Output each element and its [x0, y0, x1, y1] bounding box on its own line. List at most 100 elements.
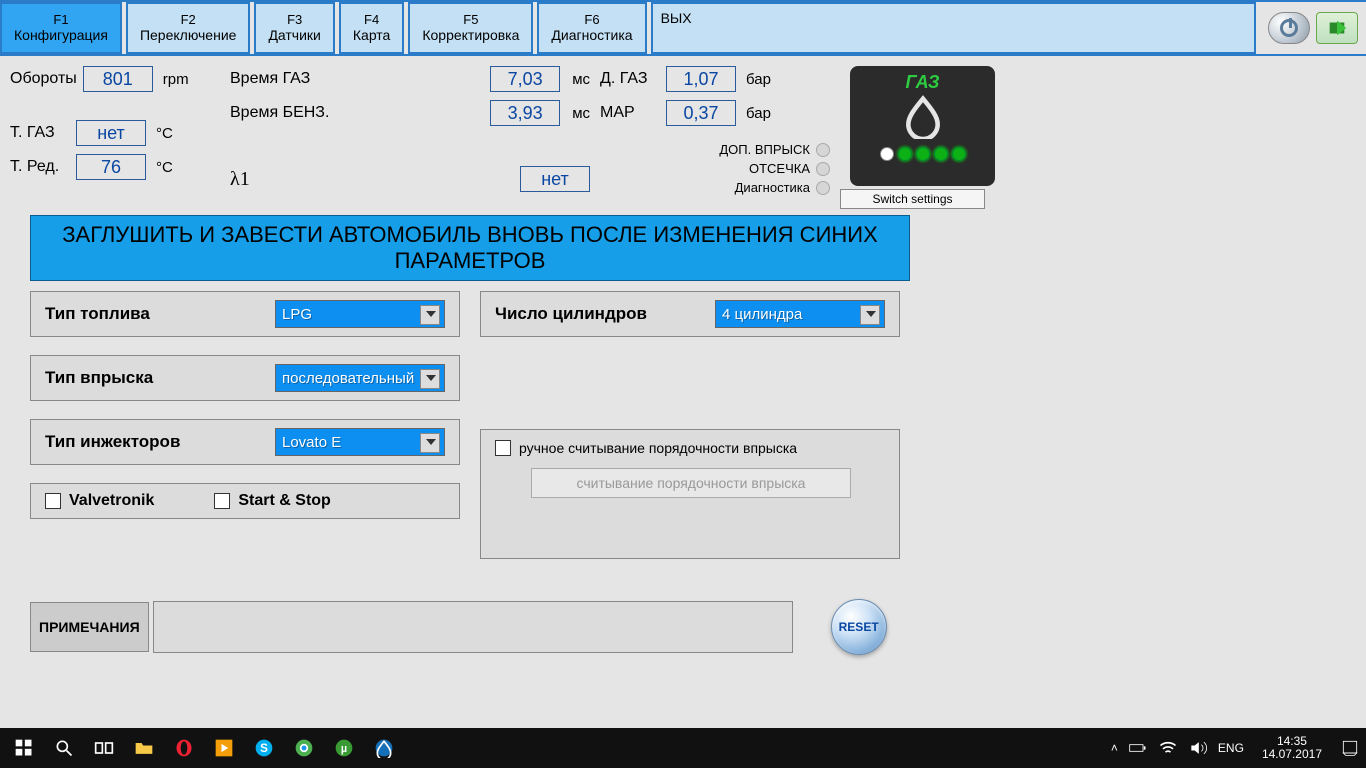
tab-diagnostics[interactable]: F6 Диагностика — [537, 2, 646, 54]
led-3 — [934, 147, 948, 161]
injector-type-label: Тип инжекторов — [45, 432, 265, 452]
status-dop-label: ДОП. ВПРЫСК — [719, 142, 810, 157]
cylinders-select[interactable]: 4 цилиндра — [715, 300, 885, 328]
fuel-type-select[interactable]: LPG — [275, 300, 445, 328]
injection-type-row: Тип впрыска последовательный — [30, 355, 460, 401]
tred-unit: °C — [156, 159, 173, 176]
start-stop-checkbox[interactable]: Start & Stop — [214, 492, 330, 510]
tab-exit[interactable]: ВЫХ — [651, 2, 1256, 54]
gas-panel: ГАЗ — [850, 66, 995, 186]
reset-button[interactable]: RESET — [831, 599, 887, 655]
tgas-label: Т. ГАЗ — [10, 124, 70, 142]
rpm-unit: rpm — [163, 71, 189, 88]
dgas-unit: бар — [746, 71, 771, 88]
fuel-type-label: Тип топлива — [45, 304, 265, 324]
tred-value: 76 — [76, 154, 146, 180]
rpm-value: 801 — [83, 66, 153, 92]
opera-button[interactable] — [166, 732, 202, 764]
led-4 — [952, 147, 966, 161]
tab-sensors[interactable]: F3 Датчики — [254, 2, 334, 54]
dgas-value: 1,07 — [666, 66, 736, 92]
map-unit: бар — [746, 105, 771, 122]
svg-text:µ: µ — [341, 743, 347, 755]
battery-icon[interactable] — [1128, 738, 1148, 758]
skype-icon: S — [254, 738, 274, 758]
map-value: 0,37 — [666, 100, 736, 126]
media-button[interactable] — [206, 732, 242, 764]
explorer-button[interactable] — [126, 732, 162, 764]
clock[interactable]: 14:35 14.07.2017 — [1262, 735, 1322, 761]
status-cut-indicator — [816, 162, 830, 176]
chrome-button[interactable] — [286, 732, 322, 764]
manual-read-checkbox[interactable]: ручное считывание порядочности впрыска — [495, 440, 885, 456]
eject-button[interactable] — [1316, 12, 1358, 44]
injection-type-select[interactable]: последовательный — [275, 364, 445, 392]
notes-label: ПРИМЕЧАНИЯ — [30, 602, 149, 652]
gas-drop-icon — [901, 95, 945, 143]
lambda-label: λ1 — [230, 168, 250, 191]
tab-config[interactable]: F1 Конфигурация — [0, 2, 122, 54]
read-injection-order-button[interactable]: считывание порядочности впрыска — [531, 468, 851, 498]
taskview-button[interactable] — [86, 732, 122, 764]
clock-date: 14.07.2017 — [1262, 748, 1322, 761]
injector-type-select[interactable]: Lovato E — [275, 428, 445, 456]
notice-banner: ЗАГЛУШИТЬ И ЗАВЕСТИ АВТОМОБИЛЬ ВНОВЬ ПОС… — [30, 215, 910, 281]
tab-map[interactable]: F4 Карта — [339, 2, 404, 54]
tgas-unit: °C — [156, 125, 173, 142]
tred-label: Т. Ред. — [10, 158, 70, 176]
tray-chevron-icon[interactable]: ˄ — [1111, 741, 1118, 755]
gas-mode-label: ГАЗ — [905, 72, 939, 93]
cylinders-row: Число цилиндров 4 цилиндра — [480, 291, 900, 337]
lambda-value: нет — [520, 166, 590, 192]
rpm-label: Обороты — [10, 70, 77, 88]
switch-settings-button[interactable]: Switch settings — [840, 189, 985, 209]
time-gas-unit: мс — [572, 71, 590, 88]
play-icon — [214, 738, 234, 758]
status-diag-indicator — [816, 181, 830, 195]
utorrent-button[interactable]: µ — [326, 732, 362, 764]
time-gas-label: Время ГАЗ — [230, 70, 340, 88]
time-gas-value: 7,03 — [490, 66, 560, 92]
utorrent-icon: µ — [334, 738, 354, 758]
status-cut-label: ОТСЕЧКА — [749, 161, 810, 176]
search-button[interactable] — [46, 732, 82, 764]
skype-button[interactable]: S — [246, 732, 282, 764]
fuel-type-row: Тип топлива LPG — [30, 291, 460, 337]
wifi-icon[interactable] — [1158, 738, 1178, 758]
valvetronik-checkbox[interactable]: Valvetronik — [45, 492, 154, 510]
language-indicator[interactable]: ENG — [1218, 741, 1244, 755]
checkbox-icon — [45, 493, 61, 509]
time-benz-label: Время БЕНЗ. — [230, 104, 340, 122]
status-dop-indicator — [816, 143, 830, 157]
time-benz-value: 3,93 — [490, 100, 560, 126]
cylinders-label: Число цилиндров — [495, 304, 705, 324]
svg-text:S: S — [260, 742, 268, 755]
power-icon — [1280, 19, 1298, 37]
config-area: Тип топлива LPG Тип впрыска последовател… — [0, 291, 1366, 559]
app-button[interactable] — [366, 732, 402, 764]
main-area: Обороты 801 rpm Т. ГАЗ нет °C Т. Ред. 76… — [0, 56, 1366, 728]
notifications-icon[interactable] — [1340, 738, 1360, 758]
led-0 — [880, 147, 894, 161]
tab-correction[interactable]: F5 Корректировка — [408, 2, 533, 54]
checkbox-icon — [495, 440, 511, 456]
options-row: Valvetronik Start & Stop — [30, 483, 460, 519]
tab-switching[interactable]: F2 Переключение — [126, 2, 250, 54]
led-1 — [898, 147, 912, 161]
tgas-value: нет — [76, 120, 146, 146]
start-button[interactable] — [6, 732, 42, 764]
status-diag-label: Диагностика — [735, 180, 810, 195]
led-2 — [916, 147, 930, 161]
taskview-icon — [94, 738, 114, 758]
search-icon — [54, 738, 74, 758]
dashboard: Обороты 801 rpm Т. ГАЗ нет °C Т. Ред. 76… — [0, 56, 1366, 209]
chrome-icon — [294, 738, 314, 758]
taskbar: S µ ˄ ENG 14:35 14.07.2017 — [0, 728, 1366, 768]
notes-input[interactable] — [153, 601, 793, 653]
notes-section: ПРИМЕЧАНИЯ RESET — [30, 599, 1366, 655]
volume-icon[interactable] — [1188, 738, 1208, 758]
manual-read-panel: ручное считывание порядочности впрыска с… — [480, 429, 900, 559]
windows-icon — [14, 738, 34, 758]
power-button[interactable] — [1268, 12, 1310, 44]
checkbox-icon — [214, 493, 230, 509]
